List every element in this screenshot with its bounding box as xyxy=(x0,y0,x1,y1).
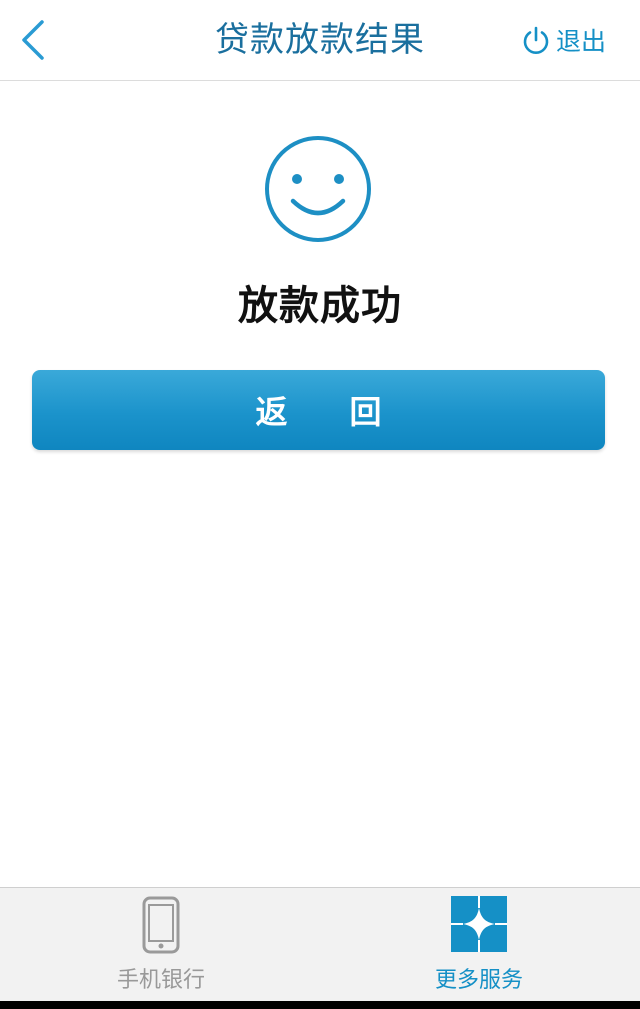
logout-label: 退出 xyxy=(555,27,606,56)
chevron-left-icon xyxy=(22,20,44,60)
power-icon xyxy=(523,26,549,54)
top-nav-bar: 贷款放款结果 退出 xyxy=(0,0,640,81)
grid-services-icon xyxy=(451,896,507,952)
tab-more-services[interactable]: 更多服务 xyxy=(394,888,564,1002)
tab-label: 更多服务 xyxy=(434,968,523,993)
result-message: 放款成功 xyxy=(238,283,402,329)
bottom-edge xyxy=(0,1001,640,1009)
result-content: 放款成功 返回 xyxy=(0,81,640,887)
page-title: 贷款放款结果 xyxy=(215,20,425,60)
return-button[interactable]: 返回 xyxy=(32,370,605,450)
bottom-tab-bar: 手机银行 更多服务 xyxy=(0,887,640,1001)
tab-mobile-banking[interactable]: 手机银行 xyxy=(76,888,246,1002)
mobile-phone-icon xyxy=(142,896,180,954)
back-button[interactable] xyxy=(10,12,56,68)
tab-label: 手机银行 xyxy=(116,968,205,993)
logout-button[interactable]: 退出 xyxy=(521,18,606,62)
smiley-face-icon xyxy=(265,136,371,242)
